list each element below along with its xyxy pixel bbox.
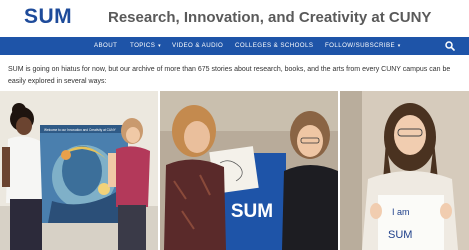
nav-item-label: VIDEO & AUDIO bbox=[172, 42, 224, 49]
site-header: SUM Research, Innovation, and Creativity… bbox=[0, 0, 469, 37]
photo-strip: Welcome to our Innovation and Creativity… bbox=[0, 91, 469, 250]
site-tagline: Research, Innovation, and Creativity at … bbox=[108, 9, 432, 26]
nav-item-label: TOPICS bbox=[130, 42, 156, 49]
nav-item-colleges-schools[interactable]: COLLEGES & SCHOOLS bbox=[235, 42, 313, 49]
photo-left[interactable]: Welcome to our Innovation and Creativity… bbox=[0, 91, 158, 250]
main-nav: ABOUT TOPICS ▾ VIDEO & AUDIO COLLEGES & … bbox=[0, 37, 469, 55]
sum-sign-text: SUM bbox=[231, 201, 273, 222]
site-logo[interactable]: SUM bbox=[24, 5, 72, 29]
nav-item-about[interactable]: ABOUT bbox=[94, 42, 117, 49]
sign-line-1: I am bbox=[392, 207, 410, 217]
photo-right[interactable]: I am SUM bbox=[340, 91, 469, 250]
nav-item-label: ABOUT bbox=[94, 42, 118, 49]
poster-text: Welcome to our Innovation and Creativity… bbox=[44, 128, 117, 132]
nav-item-video-audio[interactable]: VIDEO & AUDIO bbox=[172, 42, 223, 49]
nav-item-label: COLLEGES & SCHOOLS bbox=[235, 42, 314, 49]
sign-line-2: SUM bbox=[388, 229, 412, 241]
caret-down-icon: ▾ bbox=[396, 43, 401, 49]
photo-center[interactable]: SUM bbox=[160, 91, 338, 250]
intro-text: SUM is going on hiatus for now, but our … bbox=[8, 66, 451, 85]
caret-down-icon: ▾ bbox=[156, 43, 162, 49]
search-icon[interactable] bbox=[445, 40, 455, 52]
nav-item-label: FOLLOW/SUBSCRIBE bbox=[325, 42, 396, 49]
nav-item-topics[interactable]: TOPICS ▾ bbox=[130, 42, 161, 49]
nav-item-follow-subscribe[interactable]: FOLLOW/SUBSCRIBE ▾ bbox=[325, 42, 401, 49]
